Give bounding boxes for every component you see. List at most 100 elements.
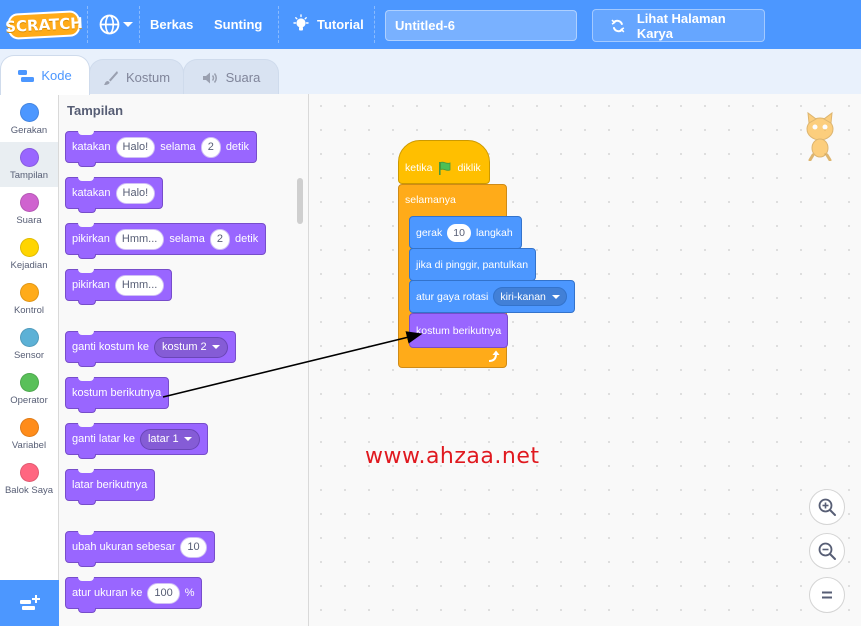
menu-divider (278, 6, 279, 43)
see-project-page-button[interactable]: Lihat Halaman Karya (592, 9, 765, 42)
category-label: Kejadian (10, 260, 48, 271)
script-area[interactable] (309, 94, 861, 626)
block-input[interactable]: Hmm... (114, 228, 165, 250)
see-project-label: Lihat Halaman Karya (636, 10, 726, 41)
category-label: Operator (10, 395, 48, 406)
category-label: Sensor (13, 350, 45, 361)
block-text: % (184, 587, 195, 599)
block-text: atur ukuran ke (72, 587, 143, 599)
tab-label: Kode (41, 68, 72, 83)
dropdown-arrow-icon (183, 437, 192, 441)
block-text: kostum berikutnya (416, 324, 502, 337)
category-sensing[interactable]: Sensor (0, 322, 58, 367)
block-text: katakan (72, 187, 111, 199)
block-text: diklik (457, 162, 481, 174)
block-input[interactable]: Hmm... (114, 274, 165, 296)
block-next-costume[interactable]: kostum berikutnya (65, 377, 170, 413)
category-dot-icon (19, 238, 39, 257)
zoom-out-button[interactable] (809, 533, 845, 569)
see-project-icon (611, 19, 625, 32)
zoom-out-icon (818, 542, 836, 560)
menu-divider (139, 6, 140, 43)
category-motion[interactable]: Gerakan (0, 97, 58, 142)
zoom-reset-icon (822, 591, 832, 599)
zoom-reset-button[interactable] (809, 577, 845, 613)
category-label: Balok Saya (4, 485, 54, 496)
category-my-blocks[interactable]: Balok Saya (0, 457, 58, 502)
backdrop-dropdown[interactable]: latar 1 (139, 428, 200, 450)
category-label: Suara (16, 215, 42, 226)
category-dot-icon (19, 463, 39, 482)
block-input[interactable]: 2 (209, 228, 230, 250)
category-variables[interactable]: Variabel (0, 412, 58, 457)
tab-sounds[interactable]: Suara (183, 59, 279, 95)
block-set-size[interactable]: atur ukuran ke 100 % (65, 577, 203, 613)
block-text: kostum berikutnya (72, 387, 162, 399)
category-sound[interactable]: Suara (0, 187, 58, 232)
tutorial-menu[interactable]: Tutorial (317, 17, 364, 32)
category-operators[interactable]: Operator (0, 367, 58, 412)
block-text: pikirkan (72, 279, 110, 291)
block-text: gerak (416, 226, 443, 239)
speaker-icon (202, 72, 217, 83)
category-label: Variabel (11, 440, 47, 451)
category-dot-icon (19, 283, 39, 302)
tab-costumes[interactable]: Kostum (89, 59, 184, 95)
menu-divider (87, 6, 88, 43)
category-label: Gerakan (10, 125, 48, 136)
block-text: langkah (475, 226, 513, 239)
project-title-input[interactable]: Untitled-6 (385, 10, 577, 41)
dropdown-arrow-icon (551, 294, 560, 299)
block-text: katakan (72, 141, 111, 153)
category-control[interactable]: Kontrol (0, 277, 58, 322)
block-text: detik (234, 233, 259, 245)
block-say-for-secs[interactable]: katakan Halo! selama 2 detik (65, 131, 258, 167)
when-flag-clicked-block[interactable]: ketika diklik (398, 140, 490, 184)
category-label: Kontrol (13, 305, 45, 316)
rotation-style-dropdown[interactable]: kiri-kanan (493, 287, 567, 306)
category-dot-icon (19, 193, 39, 212)
globe-icon[interactable] (99, 14, 120, 35)
block-text: ganti latar ke (72, 433, 135, 445)
scratch-logo[interactable]: SCRATCH (5, 10, 83, 40)
block-text: jika di pinggir, pantulkan (416, 258, 529, 271)
add-extension-button[interactable] (0, 580, 59, 626)
next-costume-block[interactable]: kostum berikutnya (409, 313, 508, 348)
block-change-size[interactable]: ubah ukuran sebesar 10 (65, 531, 215, 567)
palette-scrollbar[interactable] (297, 178, 303, 224)
block-text: ketika (405, 162, 433, 174)
block-switch-backdrop[interactable]: ganti latar ke latar 1 (65, 423, 208, 459)
add-extension-icon (19, 595, 40, 610)
category-dot-icon (19, 418, 39, 437)
block-input[interactable]: 100 (147, 582, 180, 604)
lightbulb-icon[interactable] (291, 14, 311, 34)
block-switch-costume[interactable]: ganti kostum ke kostum 2 (65, 331, 236, 367)
set-rotation-style-block[interactable]: atur gaya rotasi kiri-kanan (409, 280, 575, 313)
block-input[interactable]: 2 (200, 136, 221, 158)
costume-dropdown[interactable]: kostum 2 (154, 336, 228, 358)
steps-input[interactable]: 10 (447, 223, 471, 242)
category-events[interactable]: Kejadian (0, 232, 58, 277)
bounce-on-edge-block[interactable]: jika di pinggir, pantulkan (409, 248, 536, 281)
block-next-backdrop[interactable]: latar berikutnya (65, 469, 156, 505)
dropdown-value: kostum 2 (162, 341, 207, 353)
block-text: detik (225, 141, 250, 153)
file-menu[interactable]: Berkas (150, 17, 193, 32)
tab-code[interactable]: Kode (0, 55, 90, 95)
edit-menu[interactable]: Sunting (214, 17, 262, 32)
block-say[interactable]: katakan Halo! (65, 177, 164, 213)
move-steps-block[interactable]: gerak 10 langkah (409, 216, 522, 249)
block-text: selama (169, 233, 205, 245)
block-input[interactable]: 10 (180, 536, 207, 558)
block-think-for-secs[interactable]: pikirkan Hmm... selama 2 detik (65, 223, 267, 259)
language-dropdown-caret-icon[interactable] (123, 22, 133, 27)
block-input[interactable]: Halo! (115, 136, 156, 158)
sprite-cat-icon (806, 111, 834, 161)
dropdown-value: kiri-kanan (500, 290, 546, 303)
block-think[interactable]: pikirkan Hmm... (65, 269, 173, 305)
category-dot-icon (19, 103, 39, 122)
category-looks[interactable]: Tampilan (0, 142, 58, 187)
zoom-in-button[interactable] (809, 489, 845, 525)
brush-icon (103, 70, 118, 85)
block-input[interactable]: Halo! (115, 182, 156, 204)
